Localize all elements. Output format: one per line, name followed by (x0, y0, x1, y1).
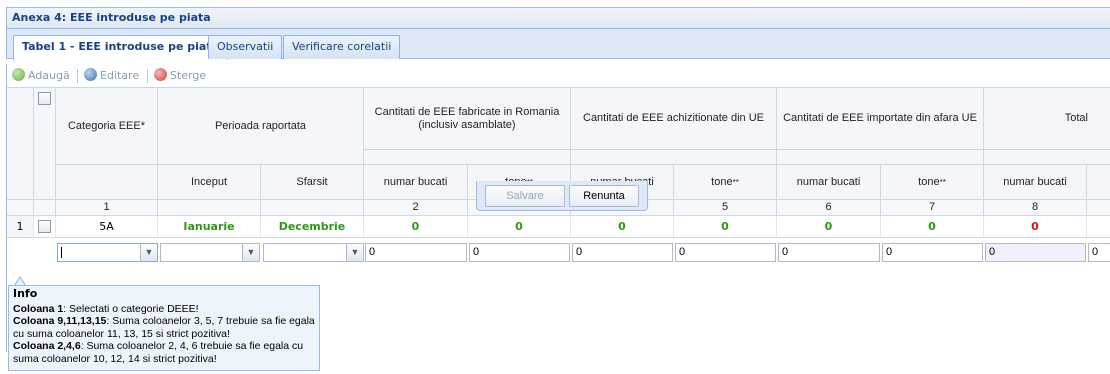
value-cell[interactable]: 0 (777, 216, 881, 238)
value-cell[interactable]: 0 (571, 216, 674, 238)
importate-header-gap (777, 150, 984, 165)
toolbar-separator (77, 69, 78, 83)
colnum-cell (158, 200, 261, 216)
grid-toolbar: Adaugă Editare Sterge (6, 64, 1110, 88)
total-header-gap (984, 150, 1110, 165)
categoria-subheader (56, 165, 158, 200)
importate-numar-input[interactable]: 0 (778, 243, 880, 262)
achizitionate-numar-input[interactable]: 0 (572, 243, 673, 262)
colnum-cell: 6 (777, 200, 881, 216)
achizitionate-header: Cantitati de EEE achizitionate din UE (571, 88, 777, 150)
select-all-checkbox[interactable] (38, 92, 51, 105)
tone-footnote: ** (939, 177, 946, 187)
colnum-cell: 2 (364, 200, 468, 216)
tab-observatii[interactable]: Observatii (208, 35, 283, 59)
tone-label: tone (918, 175, 940, 188)
edit-button-label: Editare (100, 69, 140, 82)
edit-button[interactable]: Editare (84, 68, 139, 84)
total-tone-input[interactable]: 0 (1088, 243, 1110, 262)
colnum-cell: 1 (56, 200, 158, 216)
total-header: Total (984, 88, 1110, 150)
inceput-cell[interactable]: Ianuarie (158, 216, 261, 238)
value-cell (1087, 216, 1110, 238)
info-line-label: Coloana 1 (13, 302, 64, 315)
achizitionate-tone-input[interactable]: 0 (675, 243, 776, 262)
value-cell[interactable]: 0 (881, 216, 984, 238)
fabricate-tone-input[interactable]: 0 (469, 243, 570, 262)
tab-tabel-1[interactable]: Tabel 1 - EEE introduse pe piata (13, 35, 228, 60)
tone-footnote: ** (732, 177, 739, 187)
chevron-down-icon[interactable]: ▼ (242, 244, 259, 261)
tab-strip: Tabel 1 - EEE introduse pe piata Observa… (6, 29, 1110, 60)
categoria-cell[interactable]: 5A (56, 216, 158, 238)
delete-button[interactable]: Sterge (154, 68, 206, 84)
total-value-cell[interactable]: 0 (984, 216, 1087, 238)
total-numar-input[interactable]: 0 (985, 243, 1086, 262)
delete-icon (154, 68, 167, 81)
tone-label: tone (711, 175, 733, 188)
fabricate-header-gap (364, 150, 571, 165)
total-numar-header: numar bucati (984, 165, 1087, 200)
sfarsit-header: Sfarsit (261, 165, 364, 200)
colnum-cell (261, 200, 364, 216)
value-cell[interactable]: 0 (674, 216, 777, 238)
importate-header: Cantitati de EEE importate din afara UE (777, 88, 984, 150)
chevron-down-icon[interactable]: ▼ (346, 244, 363, 261)
colnum-cell (1087, 200, 1110, 216)
tab-verificare-corelatii[interactable]: Verificare corelatii (283, 35, 401, 59)
importate-tone-input[interactable]: 0 (882, 243, 983, 262)
save-button[interactable]: Salvare (485, 185, 565, 207)
select-all-header (34, 88, 56, 200)
add-icon (12, 68, 25, 81)
colnum-cell (7, 200, 34, 216)
fabricate-numar-header: numar bucati (364, 165, 468, 200)
info-line: Coloana 9,11,13,15: Suma coloanelor 3, 5… (13, 315, 315, 340)
edit-icon (84, 68, 97, 81)
info-tooltip: Info Coloana 1: Selectati o categorie DE… (8, 285, 320, 371)
info-line-label: Coloana 2,4,6 (13, 340, 81, 352)
info-title: Info (13, 287, 38, 300)
colnum-cell (34, 200, 56, 216)
text-cursor (61, 247, 62, 258)
toolbar-separator (147, 69, 148, 83)
achizitionate-header-gap (571, 150, 777, 165)
colnum-cell: 7 (881, 200, 984, 216)
info-line-text: : Selectati o categorie DEEE! (63, 302, 199, 315)
value-cell[interactable]: 0 (364, 216, 468, 238)
row-checkbox[interactable] (38, 220, 51, 233)
achizitionate-tone-header: tone ** (674, 165, 777, 200)
chevron-down-icon[interactable]: ▼ (140, 244, 157, 261)
row-editor-buttons: Salvare Renunta (476, 181, 648, 211)
inceput-header: Inceput (158, 165, 261, 200)
perioada-header: Perioada raportata (158, 88, 364, 165)
value-cell[interactable]: 0 (468, 216, 571, 238)
delete-button-label: Sterge (170, 69, 207, 82)
add-button-label: Adaugă (28, 69, 70, 82)
sfarsit-combo[interactable]: ▼ (263, 243, 364, 262)
info-line-label: Coloana 9,11,13,15 (13, 315, 107, 327)
fabricate-numar-input[interactable]: 0 (365, 243, 467, 262)
colnum-cell: 5 (674, 200, 777, 216)
add-button[interactable]: Adaugă (12, 68, 70, 84)
cancel-button[interactable]: Renunta (569, 185, 639, 207)
importate-tone-header: tone ** (881, 165, 984, 200)
panel-title: Anexa 4: EEE introduse pe piata (6, 7, 1110, 29)
row-number: 1 (7, 216, 34, 238)
row-number-header (7, 88, 34, 200)
fabricate-header: Cantitati de EEE fabricate in Romania (i… (364, 88, 571, 150)
info-line: Coloana 2,4,6: Suma coloanelor 2, 4, 6 t… (13, 340, 315, 365)
total-tone-header (1087, 165, 1110, 200)
colnum-cell: 8 (984, 200, 1087, 216)
row-editor: ▼ ▼ ▼ 0 0 0 0 0 0 0 0 (7, 240, 1110, 264)
row-select-cell (34, 216, 56, 238)
info-line: Coloana 1: Selectati o categorie DEEE! (13, 303, 315, 316)
inceput-combo[interactable]: ▼ (160, 243, 260, 262)
categoria-combo[interactable]: ▼ (57, 243, 158, 262)
sfarsit-cell[interactable]: Decembrie (261, 216, 364, 238)
categoria-header: Categoria EEE* (56, 88, 158, 165)
importate-numar-header: numar bucati (777, 165, 881, 200)
